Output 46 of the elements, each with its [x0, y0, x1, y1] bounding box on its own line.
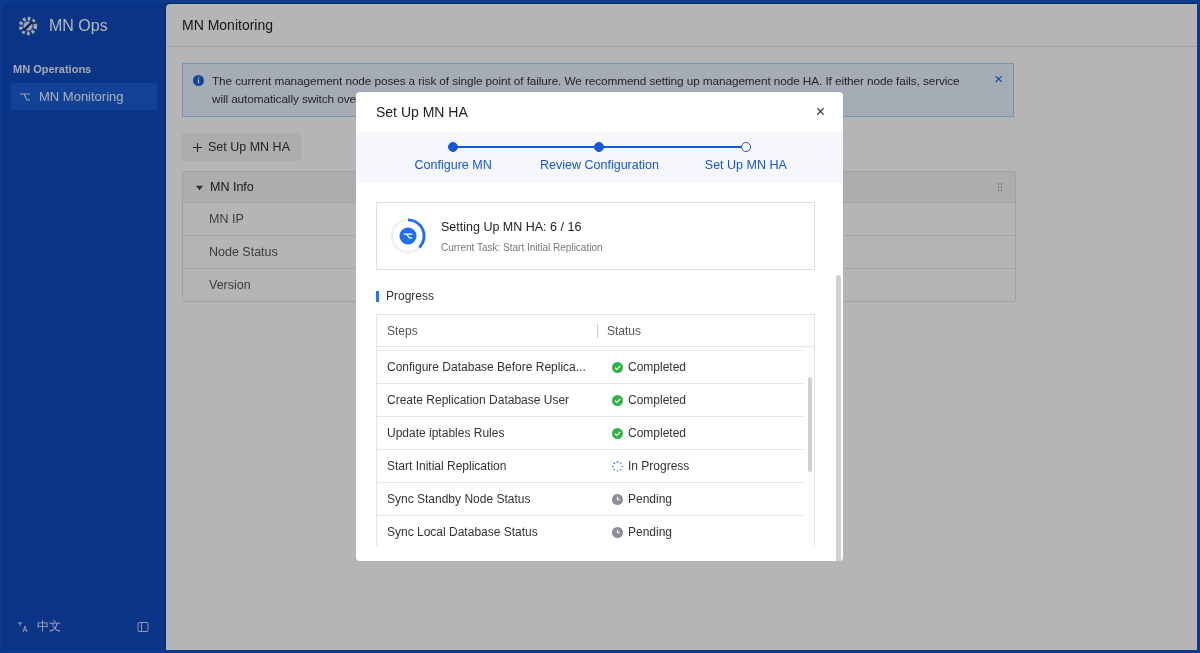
- field-label: Version: [209, 278, 251, 292]
- status-title: Setting Up MN HA: 6 / 16: [441, 219, 583, 234]
- status-text: Completed: [628, 360, 687, 374]
- sidebar-item[interactable]: MN Monitoring: [11, 83, 157, 110]
- branch-icon: [399, 227, 417, 245]
- table-cell-text: Start Initial Replication: [386, 459, 508, 473]
- clock-icon: [612, 493, 623, 505]
- field-label: MN IP: [209, 212, 244, 226]
- status-subtitle: Current Task: Start Initial Replication: [441, 241, 603, 253]
- status-text: Pending: [628, 525, 673, 539]
- check-icon: [612, 394, 623, 406]
- drag-handle-icon[interactable]: [997, 182, 1003, 192]
- app-name: MN Ops: [49, 17, 108, 35]
- dialog-title: Set Up MN HA: [376, 104, 468, 120]
- status-text: Pending: [628, 492, 673, 506]
- table-cell-text: Configure Database Before Replica...: [386, 360, 587, 374]
- field-label: Node Status: [209, 245, 278, 259]
- add-button[interactable]: Set Up MN HA: [182, 133, 301, 161]
- translate-icon: [17, 620, 29, 633]
- check-icon: [612, 427, 623, 439]
- table-cell-text: Sync Local Database Status: [386, 525, 539, 539]
- page-title: MN Monitoring: [182, 17, 274, 33]
- section-label: MN Operations: [12, 62, 93, 77]
- spinner-icon: [612, 460, 623, 472]
- status-text: Completed: [628, 426, 687, 440]
- column-header: Steps: [386, 323, 419, 338]
- table-cell-text: Sync Standby Node Status: [386, 492, 532, 506]
- gear-wrench-icon: [17, 15, 39, 37]
- panel-title: MN Info: [210, 180, 254, 194]
- section-title: Progress: [386, 289, 435, 303]
- status-text: Completed: [628, 393, 687, 407]
- clock-icon: [612, 526, 623, 538]
- branch-icon: [19, 90, 31, 103]
- plus-icon: [193, 142, 202, 152]
- table-cell-text: Update iptables Rules: [386, 426, 506, 440]
- step-label[interactable]: Review Configuration: [540, 158, 659, 172]
- column-header: Status: [597, 323, 814, 338]
- step-label[interactable]: Set Up MN HA: [704, 158, 787, 172]
- sidebar-toggle-icon[interactable]: [137, 620, 149, 633]
- step-label[interactable]: Configure MN: [414, 158, 492, 172]
- status-text: In Progress: [628, 459, 690, 473]
- language-button[interactable]: 中文: [17, 618, 61, 635]
- info-icon: [193, 75, 204, 86]
- table-cell-text: Create Replication Database User: [386, 393, 571, 407]
- close-button[interactable]: ×: [994, 72, 1003, 86]
- check-icon: [612, 361, 623, 373]
